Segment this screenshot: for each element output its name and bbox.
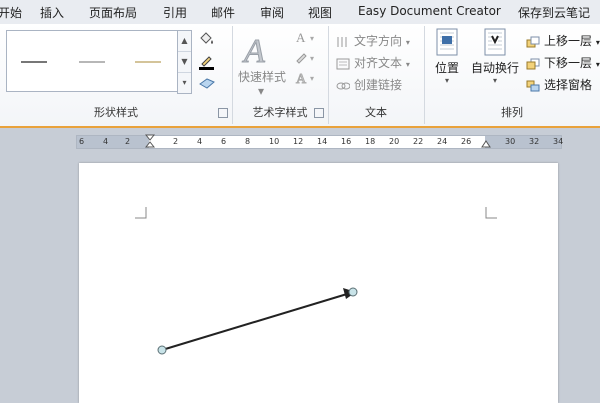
line-style-2[interactable] <box>79 61 105 63</box>
ruler-label: 26 <box>461 137 472 146</box>
menu-bar: 开始 插入 页面布局 引用 邮件 审阅 视图 Easy Document Cre… <box>0 0 600 25</box>
selection-pane-button[interactable]: 选择窗格 <box>526 76 592 93</box>
text-fill-button[interactable]: A ▾ <box>294 30 322 47</box>
quick-styles-button[interactable]: A <box>240 30 280 73</box>
ruler-label: 14 <box>317 137 328 146</box>
tab-insert[interactable]: 插入 <box>40 4 64 21</box>
indent-marker-icon[interactable] <box>145 134 155 148</box>
shape-effects-button[interactable] <box>198 76 216 93</box>
arrow-end-handle[interactable] <box>348 287 358 297</box>
gallery-scrollbar[interactable]: ▲ ▼ ▾ <box>177 30 192 94</box>
text-direction-icon <box>336 36 350 48</box>
quick-styles-label: 快速样式 <box>238 70 287 84</box>
align-text-icon <box>336 58 350 70</box>
group-text: 文字方向 ▾ 对齐文本 ▾ 创建链接 文本 <box>328 26 425 124</box>
position-dropdown-icon: ▾ <box>444 76 449 85</box>
tab-references[interactable]: 引用 <box>163 4 187 21</box>
art-styles-launcher-icon[interactable] <box>314 108 324 118</box>
text-direction-button[interactable]: 文字方向 ▾ <box>336 32 410 49</box>
group-arrange: 位置 ▾ 自动换行 ▾ 上移一层 ▾ 下移一层 ▾ 选择窗格 排列 <box>424 26 600 124</box>
shape-outline-button[interactable] <box>198 54 216 73</box>
svg-text:▾: ▾ <box>310 74 314 83</box>
tab-review[interactable]: 审阅 <box>260 4 284 21</box>
ruler-label: 16 <box>341 137 352 146</box>
group-art-styles: A 快速样式 ▾ A ▾ ▾ A ▾ 艺术字样式 <box>232 26 329 124</box>
ruler-label: 24 <box>437 137 448 146</box>
tab-view[interactable]: 视图 <box>308 4 332 21</box>
pen-icon <box>199 56 214 70</box>
wrap-text-icon <box>484 28 506 56</box>
text-fill-icon: A ▾ <box>296 30 314 45</box>
svg-text:A: A <box>296 30 306 44</box>
tab-save-to-cloud-notes[interactable]: 保存到云笔记 <box>518 4 590 21</box>
ruler-label: 12 <box>293 137 304 146</box>
ruler-label: 34 <box>553 137 564 146</box>
tab-page-layout[interactable]: 页面布局 <box>89 4 137 21</box>
right-indent-marker-icon[interactable] <box>481 140 491 148</box>
svg-text:▾: ▾ <box>310 54 314 63</box>
line-style-1[interactable] <box>21 61 47 63</box>
quick-styles-dropdown-icon[interactable]: ▾ <box>258 84 264 98</box>
shape-effects-icon <box>199 78 215 89</box>
align-text-button[interactable]: 对齐文本 ▾ <box>336 54 410 71</box>
gallery-up-icon[interactable]: ▲ <box>178 31 191 52</box>
ruler-label: 20 <box>389 137 400 146</box>
text-effects-icon: A ▾ <box>296 72 315 88</box>
ruler-label: 6 <box>221 137 227 146</box>
paint-bucket-icon <box>200 32 213 44</box>
arrow-shape[interactable] <box>79 163 558 403</box>
ruler-label: 30 <box>505 137 516 146</box>
tab-easy-document-creator[interactable]: Easy Document Creator <box>358 4 501 18</box>
selection-pane-icon <box>526 80 540 92</box>
tab-home[interactable]: 开始 <box>0 4 22 21</box>
group-shape-styles: ▲ ▼ ▾ 形状样式 <box>0 26 233 124</box>
bring-forward-button[interactable]: 上移一层 ▾ <box>526 32 600 49</box>
wrap-text-button[interactable]: 自动换行 ▾ <box>468 28 522 85</box>
ruler-label: 10 <box>269 137 280 146</box>
ruler-label: 18 <box>365 137 376 146</box>
bring-forward-icon <box>526 36 540 48</box>
line-style-3[interactable] <box>135 61 161 63</box>
horizontal-ruler[interactable]: 6 4 2 2 4 6 8 10 12 14 16 18 20 22 24 26 30 32 34 <box>76 134 564 149</box>
ruler-label: 4 <box>197 137 203 146</box>
svg-text:A: A <box>296 72 307 86</box>
position-button[interactable]: 位置 ▾ <box>430 28 464 85</box>
ruler-label: 32 <box>529 137 540 146</box>
group-label-shape-styles: 形状样式 <box>94 106 138 119</box>
gallery-more-icon[interactable]: ▾ <box>178 73 191 93</box>
position-icon <box>436 28 458 56</box>
ruler-label: 4 <box>103 137 109 146</box>
group-label-text: 文本 <box>365 106 387 119</box>
create-link-button[interactable]: 创建链接 <box>336 76 402 93</box>
chain-link-icon <box>336 80 351 92</box>
arrow-start-handle[interactable] <box>157 345 167 355</box>
svg-text:A: A <box>242 33 265 70</box>
shape-styles-launcher-icon[interactable] <box>218 108 228 118</box>
group-label-arrange: 排列 <box>501 106 523 119</box>
ruler-label: 6 <box>79 137 85 146</box>
ruler-label: 8 <box>245 137 251 146</box>
send-backward-icon <box>526 58 540 70</box>
ruler-margin-left <box>77 136 149 148</box>
wrap-text-dropdown-icon: ▾ <box>492 76 497 85</box>
document-page[interactable] <box>79 163 558 403</box>
shape-style-gallery[interactable] <box>6 30 184 92</box>
tab-mailings[interactable]: 邮件 <box>211 4 235 21</box>
gallery-down-icon[interactable]: ▼ <box>178 52 191 73</box>
text-effects-button[interactable]: A ▾ <box>294 70 322 89</box>
send-backward-button[interactable]: 下移一层 ▾ <box>526 54 600 71</box>
ruler-margin-right <box>485 136 561 148</box>
wordart-a-icon: A <box>242 33 266 71</box>
text-outline-button[interactable]: ▾ <box>294 50 322 69</box>
shape-fill-button[interactable] <box>198 32 216 49</box>
ruler-label: 22 <box>413 137 424 146</box>
svg-text:▾: ▾ <box>310 34 314 43</box>
text-outline-icon: ▾ <box>296 53 314 64</box>
ribbon: ▲ ▼ ▾ 形状样式 A 快速样式 ▾ A ▾ ▾ A ▾ 艺术字样式 文字方向… <box>0 24 600 128</box>
ruler-label: 2 <box>125 137 131 146</box>
ruler-label: 2 <box>173 137 179 146</box>
